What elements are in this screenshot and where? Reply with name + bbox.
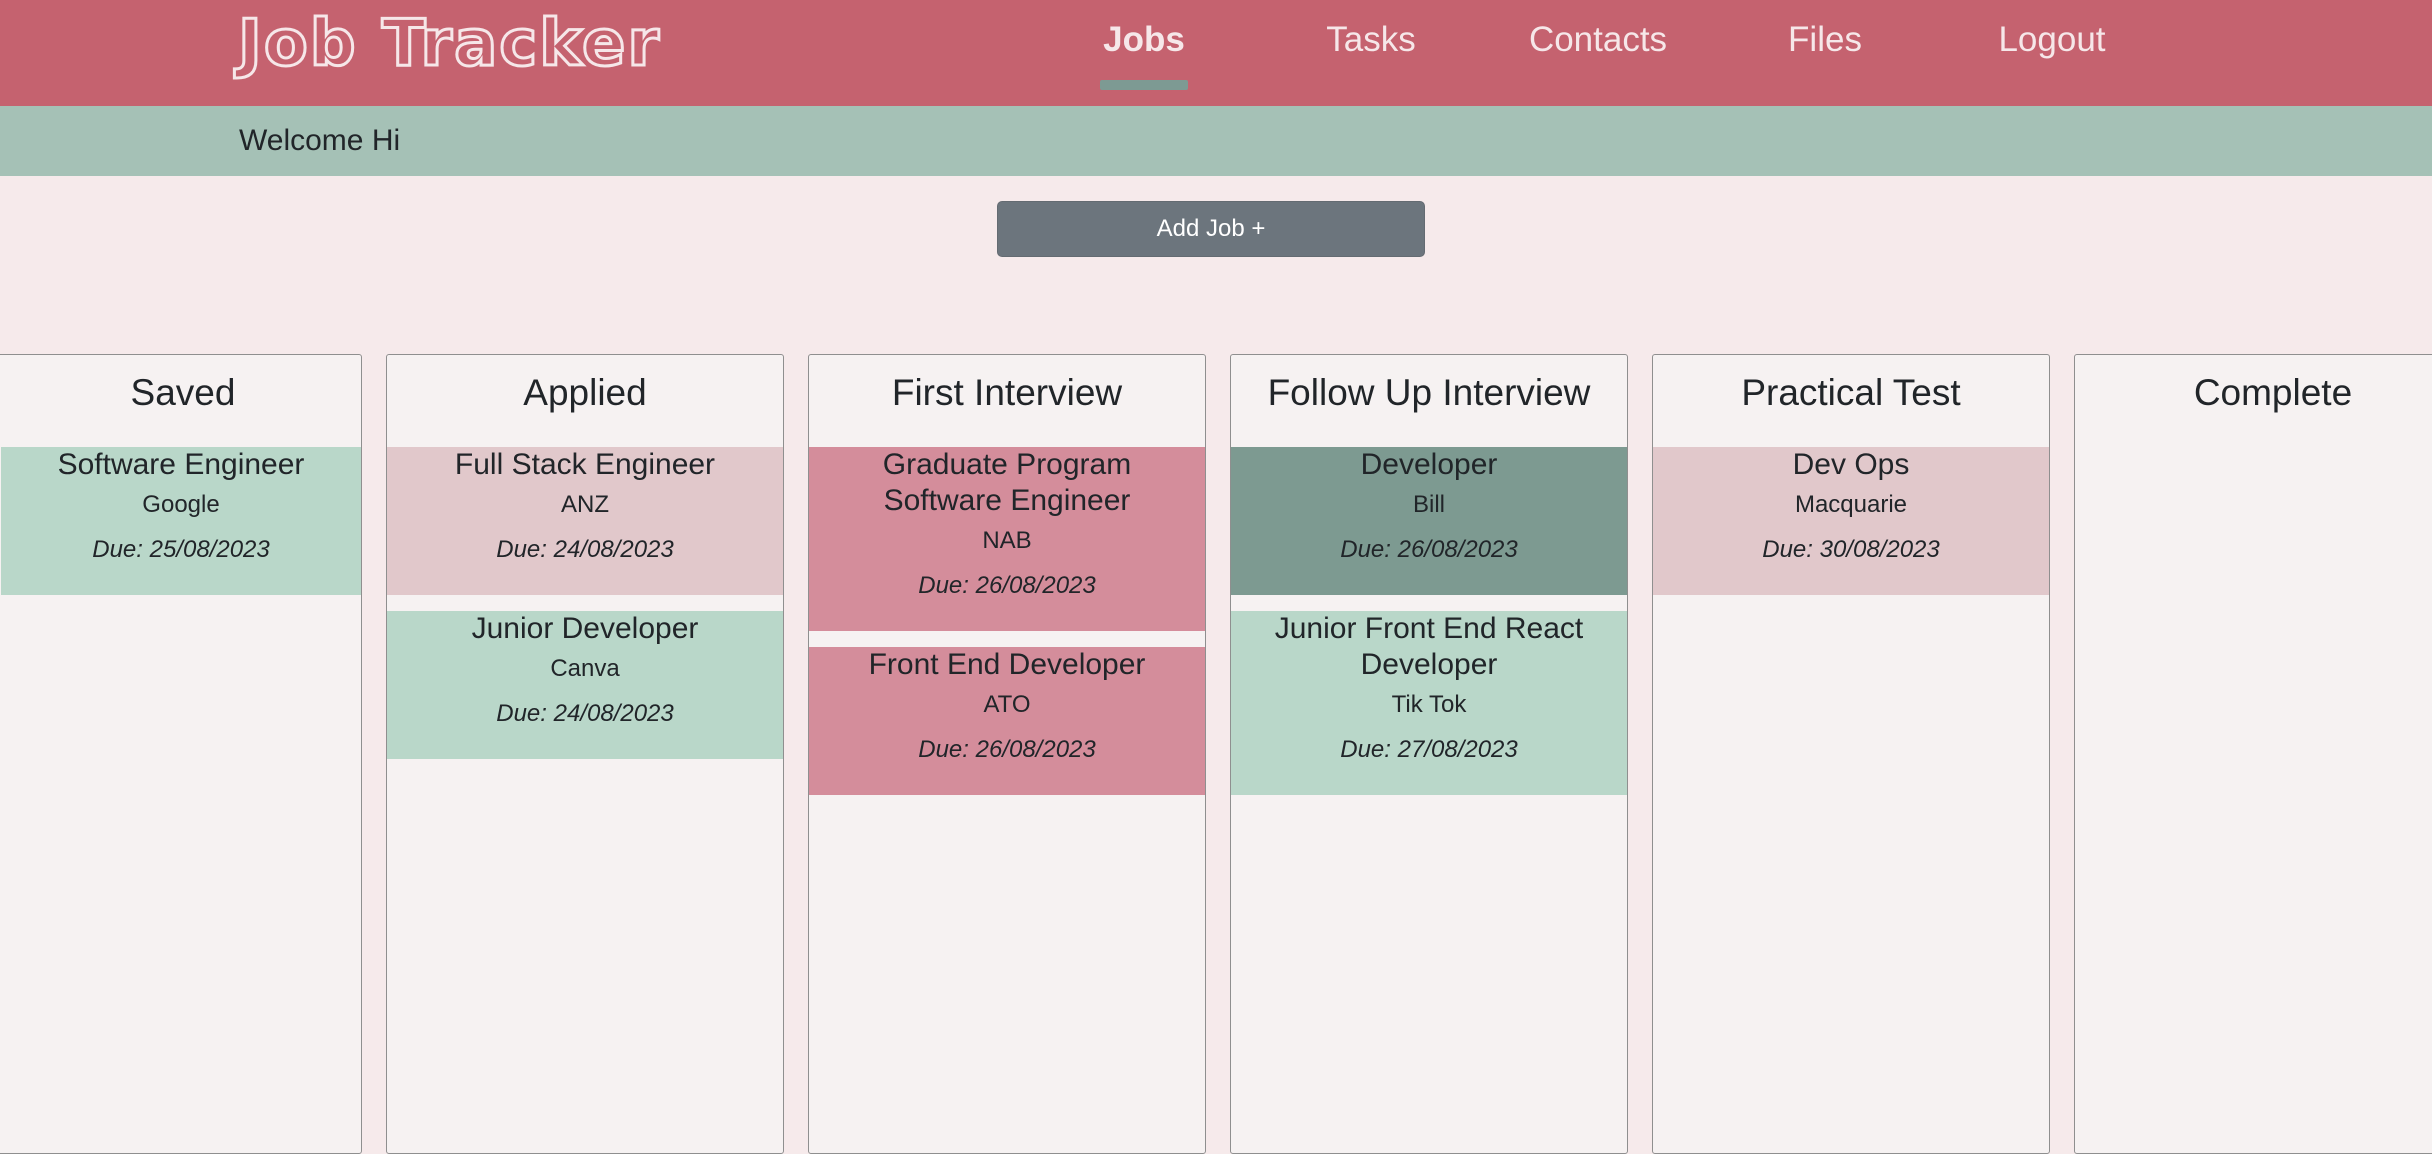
job-title: Front End Developer <box>868 648 1146 681</box>
top-navbar: Job Tracker Jobs Tasks Contacts Files Lo… <box>0 0 2432 106</box>
job-card[interactable]: Software Engineer Google Due: 25/08/2023 <box>1 447 361 595</box>
column-applied: Applied Full Stack Engineer ANZ Due: 24/08/… <box>386 354 784 1154</box>
job-card[interactable]: Junior Developer Canva Due: 24/08/2023 <box>387 611 783 759</box>
job-card[interactable]: Front End Developer ATO Due: 26/08/2023 <box>809 647 1205 795</box>
column-complete: Complete <box>2074 354 2432 1154</box>
job-card[interactable]: Developer Bill Due: 26/08/2023 <box>1231 447 1627 595</box>
job-due-date: Due: 26/08/2023 <box>918 572 1096 599</box>
column-title: Complete <box>2193 372 2353 413</box>
job-due-date: Due: 24/08/2023 <box>496 536 674 563</box>
column-follow-up-interview: Follow Up Interview Developer Bill Due: 26/… <box>1230 354 1628 1154</box>
job-title: Graduate Program Software Engineer <box>882 448 1132 517</box>
add-job-button[interactable]: Add Job + <box>997 201 1425 257</box>
job-title: Software Engineer <box>57 448 305 481</box>
job-due-date: Due: 30/08/2023 <box>1762 536 1940 563</box>
nav-logout[interactable]: Logout <box>1998 14 2105 66</box>
column-title: Practical Test <box>1741 372 1961 413</box>
column-first-interview: First Interview Graduate Program Software… <box>808 354 1206 1154</box>
job-title: Full Stack Engineer <box>454 448 716 481</box>
job-due-date: Due: 24/08/2023 <box>496 700 674 727</box>
job-company: ANZ <box>561 491 609 518</box>
job-company: ATO <box>983 691 1031 718</box>
column-title: Saved <box>130 372 236 413</box>
job-company: Google <box>142 491 220 518</box>
job-company: Bill <box>1412 491 1445 518</box>
welcome-bar: Welcome Hi <box>0 106 2432 176</box>
job-company: Macquarie <box>1794 491 1908 518</box>
nav-contacts[interactable]: Contacts <box>1529 14 1667 66</box>
job-title: Developer <box>1360 448 1498 481</box>
nav-tasks[interactable]: Tasks <box>1326 14 1415 66</box>
job-due-date: Due: 25/08/2023 <box>92 536 270 563</box>
job-title: Junior Front End React Developer <box>1274 612 1584 681</box>
job-card[interactable]: Full Stack Engineer ANZ Due: 24/08/2023 <box>387 447 783 595</box>
column-title: Follow Up Interview <box>1267 372 1591 413</box>
active-nav-indicator <box>1100 80 1188 90</box>
column-saved: Saved Software Engineer Google Due: 25/08/2… <box>0 354 362 1154</box>
column-title: Applied <box>523 372 647 413</box>
job-company: Canva <box>550 655 620 682</box>
job-company: Tik Tok <box>1391 691 1467 718</box>
brand-logo[interactable]: Job Tracker <box>237 6 661 83</box>
job-card[interactable]: Junior Front End React Developer Tik Tok D… <box>1231 611 1627 795</box>
job-card[interactable]: Graduate Program Software Engineer NAB Due… <box>809 447 1205 631</box>
job-company: NAB <box>982 527 1032 554</box>
job-title: Junior Developer <box>471 612 699 645</box>
job-due-date: Due: 26/08/2023 <box>918 736 1096 763</box>
nav-jobs[interactable]: Jobs <box>1103 14 1185 66</box>
column-practical-test: Practical Test Dev Ops Macquarie Due: 30/08… <box>1652 354 2050 1154</box>
job-due-date: Due: 27/08/2023 <box>1340 736 1518 763</box>
column-title: First Interview <box>891 372 1123 413</box>
job-title: Dev Ops <box>1792 448 1910 481</box>
job-card[interactable]: Dev Ops Macquarie Due: 30/08/2023 <box>1653 447 2049 595</box>
nav-files[interactable]: Files <box>1788 14 1862 66</box>
welcome-message: Welcome Hi <box>239 124 401 157</box>
job-due-date: Due: 26/08/2023 <box>1340 536 1518 563</box>
